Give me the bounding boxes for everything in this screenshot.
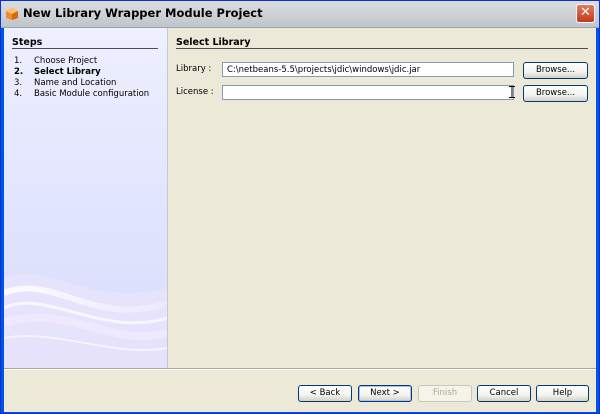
- step-label: Choose Project: [34, 56, 98, 66]
- step-label: Name and Location: [34, 78, 117, 88]
- window-title: New Library Wrapper Module Project: [23, 6, 263, 20]
- dialog-window: New Library Wrapper Module Project ✕ Ste…: [0, 0, 600, 414]
- close-icon: ✕: [580, 5, 591, 20]
- dialog-body: Steps 1. Choose Project 2. Select Library …: [4, 28, 596, 412]
- step-item-select-library: 2. Select Library: [14, 67, 149, 78]
- step-label: Basic Module configuration: [34, 89, 150, 99]
- library-label: Library :: [176, 64, 212, 74]
- steps-divider: [12, 48, 158, 49]
- step-number: 4.: [14, 89, 23, 99]
- section-heading: Select Library: [176, 37, 251, 48]
- back-button[interactable]: < Back: [298, 385, 352, 402]
- step-item-choose-project: 1. Choose Project: [14, 56, 149, 67]
- title-bar[interactable]: New Library Wrapper Module Project ✕: [1, 1, 599, 28]
- library-browse-button[interactable]: Browse...: [523, 62, 588, 79]
- main-panel: Select Library Library : Browse... Licen…: [168, 28, 596, 368]
- next-button[interactable]: Next >: [358, 385, 412, 402]
- license-label: License :: [176, 87, 214, 97]
- netbeans-cube-icon: [6, 8, 18, 20]
- step-number: 1.: [14, 56, 23, 66]
- step-item-name-and-location: 3. Name and Location: [14, 78, 149, 89]
- license-path-input[interactable]: [222, 85, 514, 100]
- section-divider: [176, 48, 588, 49]
- text-cursor-icon: [509, 86, 515, 98]
- step-item-basic-module-configuration: 4. Basic Module configuration: [14, 89, 149, 100]
- cancel-button[interactable]: Cancel: [477, 385, 531, 402]
- close-button[interactable]: ✕: [576, 4, 595, 23]
- step-number: 3.: [14, 78, 23, 88]
- finish-button[interactable]: Finish: [418, 385, 472, 402]
- step-number: 2.: [14, 67, 24, 77]
- steps-list: 1. Choose Project 2. Select Library 3. Name…: [14, 56, 149, 100]
- decorative-wave-graphic: [4, 273, 167, 368]
- steps-panel: Steps 1. Choose Project 2. Select Library …: [4, 28, 168, 368]
- steps-heading: Steps: [12, 37, 43, 48]
- footer-separator: [4, 368, 596, 370]
- help-button[interactable]: Help: [536, 385, 589, 402]
- library-path-input[interactable]: [222, 62, 514, 77]
- step-label: Select Library: [34, 67, 101, 77]
- license-browse-button[interactable]: Browse...: [523, 85, 588, 102]
